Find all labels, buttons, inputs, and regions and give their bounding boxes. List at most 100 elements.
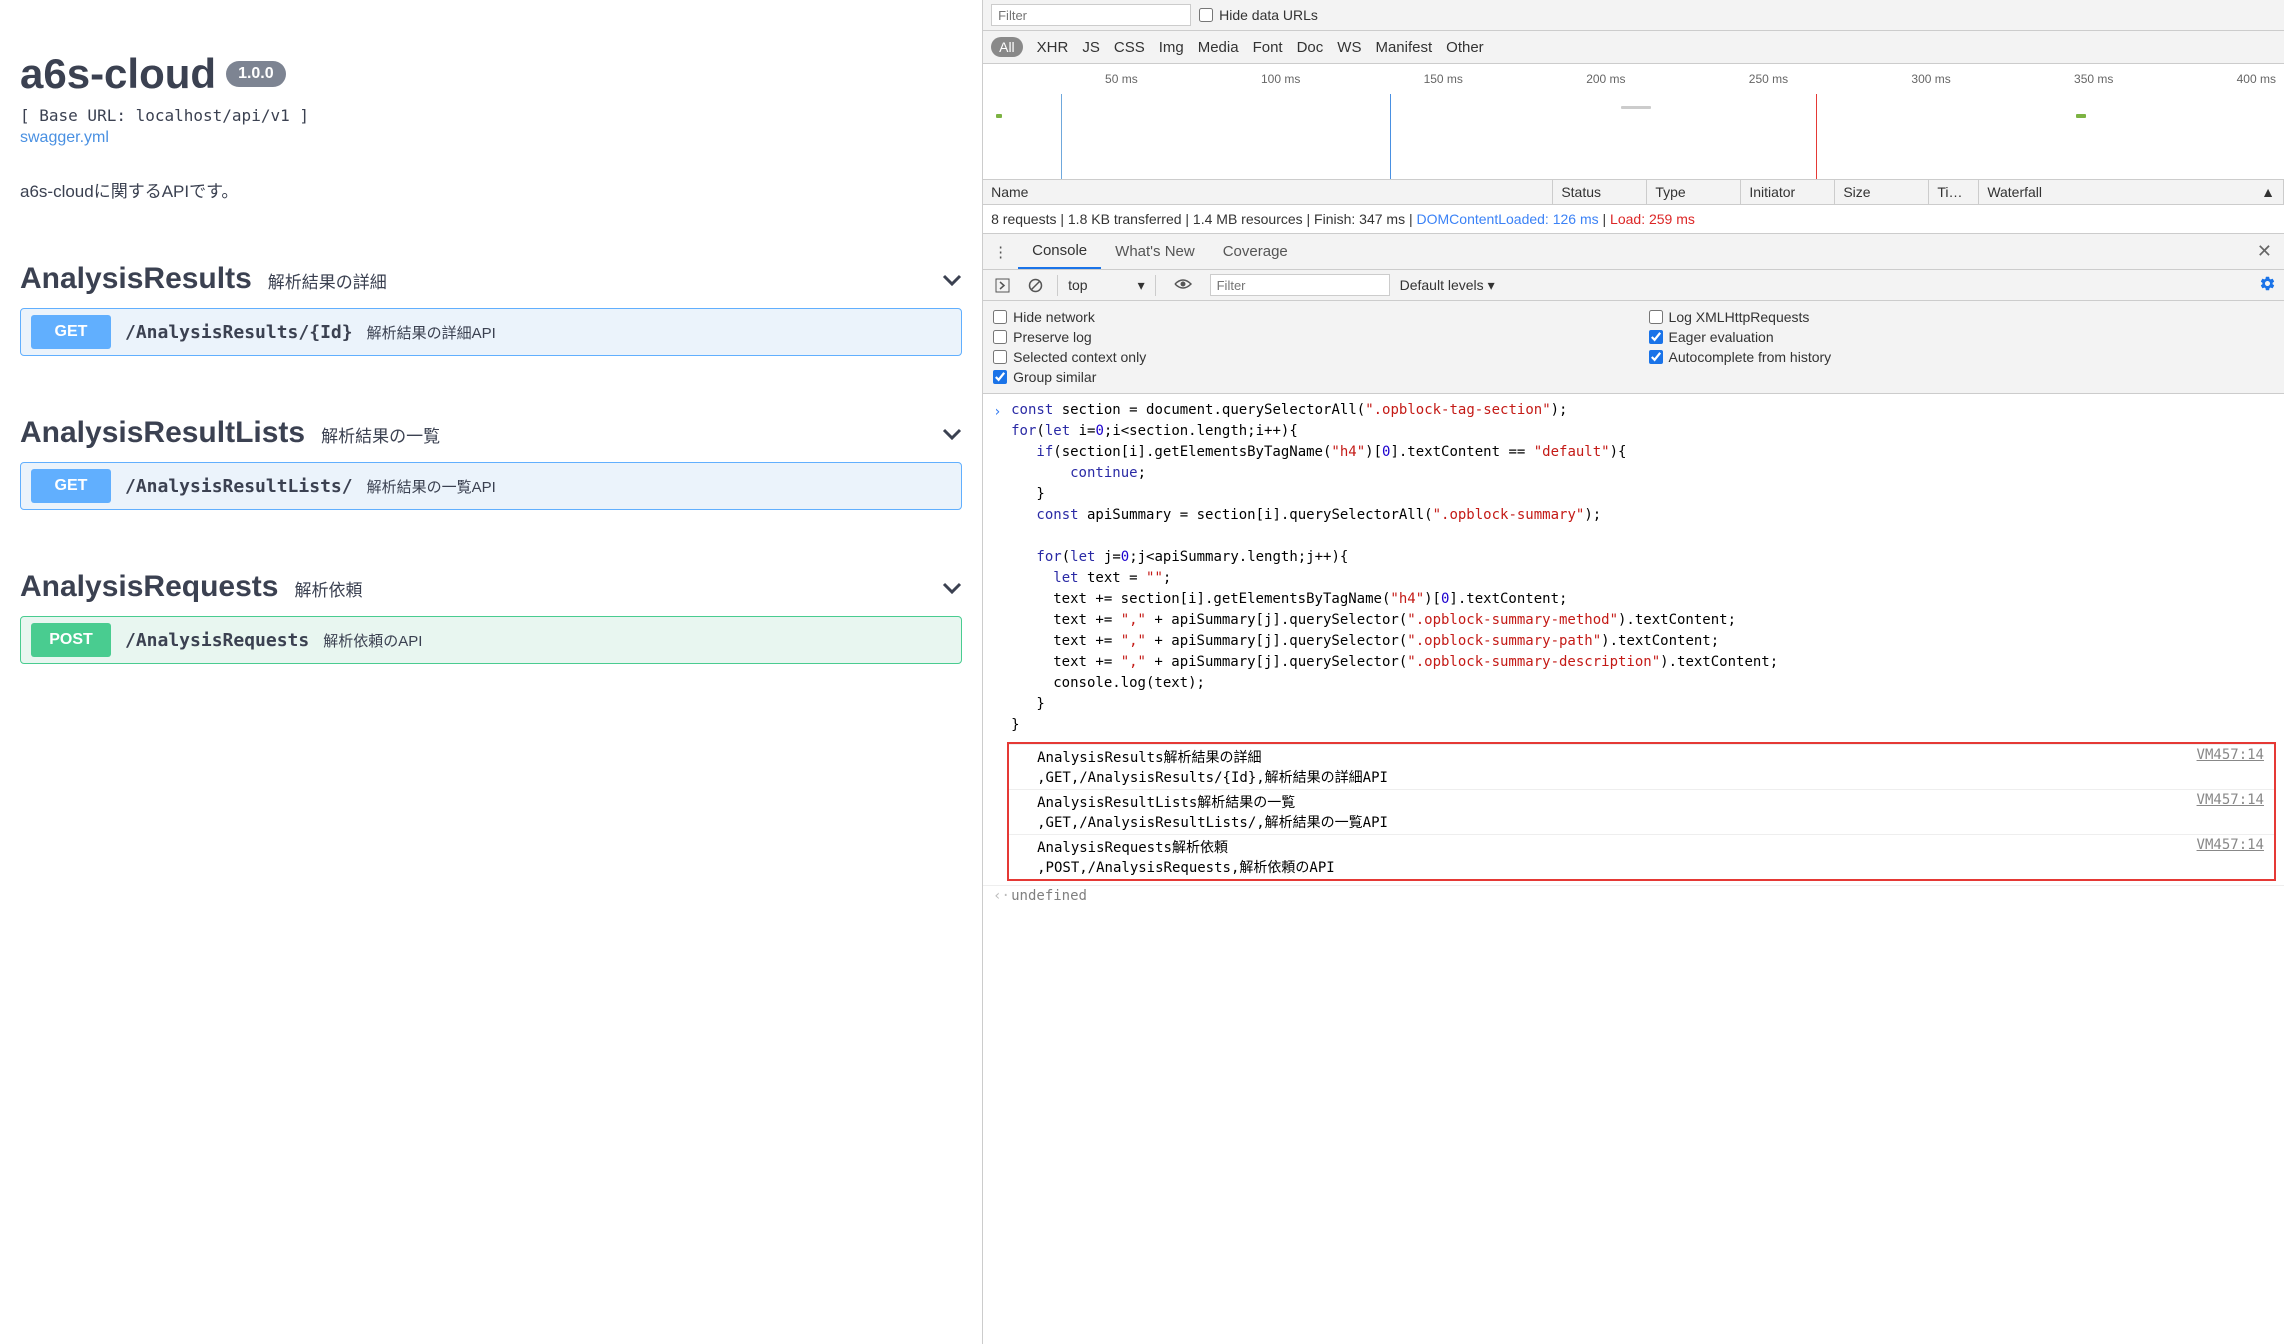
op-desc: 解析依頼のAPI [323,630,422,651]
chevron-down-icon [942,581,962,593]
console-log-row: AnalysisResults解析結果の詳細 ,GET,/AnalysisRes… [1009,744,2274,789]
chevron-down-icon [942,273,962,285]
api-description: a6s-cloudに関するAPIです。 [20,177,962,202]
console-toolbar: top ▾ Default levels ▾ [983,270,2284,301]
type-media[interactable]: Media [1198,39,1239,56]
http-method-badge: GET [31,315,111,349]
type-img[interactable]: Img [1159,39,1184,56]
setting-group-similar[interactable]: Group similar [993,369,1618,385]
setting-hide-network[interactable]: Hide network [993,309,1618,325]
log-text: AnalysisResults解析結果の詳細 ,GET,/AnalysisRes… [1037,747,1388,787]
col-size[interactable]: Size [1835,180,1929,204]
col-type[interactable]: Type [1647,180,1741,204]
devtools-panel: Hide data URLs All XHR JS CSS Img Media … [982,0,2284,1344]
log-levels-selector[interactable]: Default levels ▾ [1400,277,1495,294]
type-other[interactable]: Other [1446,39,1484,56]
timeline-domcontent-marker [1390,94,1391,179]
timeline-segment [1621,106,1651,109]
console-settings-panel: Hide network Log XMLHttpRequests Preserv… [983,301,2284,394]
base-url: [ Base URL: localhost/api/v1 ] [20,106,962,125]
timeline-tick: 400 ms [2121,72,2284,86]
setting-eager-eval[interactable]: Eager evaluation [1649,329,2274,345]
type-css[interactable]: CSS [1114,39,1145,56]
context-selector[interactable]: top ▾ [1057,275,1156,296]
drawer-tabs: ⋮ Console What's New Coverage ✕ [983,234,2284,270]
timeline-tick: 250 ms [1634,72,1797,86]
tab-console[interactable]: Console [1018,234,1101,269]
type-doc[interactable]: Doc [1297,39,1324,56]
tag-desc: 解析依頼 [294,576,362,601]
op-path: /AnalysisResultLists/ [125,476,353,497]
console-settings-icon[interactable] [2259,275,2276,295]
clear-console-icon[interactable] [1024,276,1047,295]
network-filter-bar: Hide data URLs [983,0,2284,31]
tag-name: AnalysisResults [20,262,252,296]
hide-data-urls-label: Hide data URLs [1219,7,1318,23]
swagger-def-link[interactable]: swagger.yml [20,129,962,147]
network-timeline[interactable]: 50 ms100 ms150 ms200 ms250 ms300 ms350 m… [983,64,2284,180]
tag-desc: 解析結果の詳細 [268,268,387,293]
live-expression-icon[interactable] [1166,277,1200,293]
domcontentloaded-time: DOMContentLoaded: 126 ms [1417,211,1599,227]
hide-data-urls-input[interactable] [1199,8,1213,22]
setting-preserve-log[interactable]: Preserve log [993,329,1618,345]
type-all[interactable]: All [991,37,1023,57]
tag-desc: 解析結果の一覧 [321,422,440,447]
type-manifest[interactable]: Manifest [1375,39,1432,56]
col-name[interactable]: Name [983,180,1553,204]
opblock[interactable]: GET /AnalysisResultLists/ 解析結果の一覧API [20,462,962,510]
timeline-marker [1061,94,1062,179]
log-text: AnalysisResultLists解析結果の一覧 ,GET,/Analysi… [1037,792,1388,832]
console-input-code: ›const section = document.querySelectorA… [983,398,2284,738]
api-title-text: a6s-cloud [20,50,216,98]
op-path: /AnalysisResults/{Id} [125,322,353,343]
tag-header[interactable]: AnalysisRequests 解析依頼 [20,570,962,604]
network-filter-input[interactable] [991,4,1191,26]
type-font[interactable]: Font [1253,39,1283,56]
tag-section: AnalysisResultLists 解析結果の一覧 GET /Analysi… [20,416,962,510]
col-status[interactable]: Status [1553,180,1647,204]
timeline-tick: 300 ms [1796,72,1959,86]
api-title: a6s-cloud 1.0.0 [20,50,962,98]
op-path: /AnalysisRequests [125,630,309,651]
drawer-close-icon[interactable]: ✕ [2245,235,2284,268]
console-body[interactable]: ›const section = document.querySelectorA… [983,394,2284,1344]
tab-coverage[interactable]: Coverage [1209,235,1302,268]
opblock[interactable]: GET /AnalysisResults/{Id} 解析結果の詳細API [20,308,962,356]
tag-name: AnalysisRequests [20,570,278,604]
drawer-menu-icon[interactable]: ⋮ [983,237,1018,267]
chevron-down-icon [942,427,962,439]
tag-header[interactable]: AnalysisResultLists 解析結果の一覧 [20,416,962,450]
console-sidebar-toggle-icon[interactable] [991,276,1014,295]
log-source-link[interactable]: VM457:14 [2197,747,2264,787]
console-return-value: ‹·undefined [983,885,2284,906]
network-type-filters: All XHR JS CSS Img Media Font Doc WS Man… [983,31,2284,64]
setting-selected-context[interactable]: Selected context only [993,349,1618,365]
log-text: AnalysisRequests解析依頼 ,POST,/AnalysisRequ… [1037,837,1335,877]
tag-header[interactable]: AnalysisResults 解析結果の詳細 [20,262,962,296]
hide-data-urls-checkbox[interactable]: Hide data URLs [1199,7,1318,23]
type-xhr[interactable]: XHR [1037,39,1069,56]
type-ws[interactable]: WS [1337,39,1361,56]
log-source-link[interactable]: VM457:14 [2197,792,2264,832]
timeline-segment [996,114,1002,118]
timeline-tick: 150 ms [1308,72,1471,86]
setting-autocomplete[interactable]: Autocomplete from history [1649,349,2274,365]
tag-section: AnalysisResults 解析結果の詳細 GET /AnalysisRes… [20,262,962,356]
col-time[interactable]: Ti… [1929,180,1979,204]
swagger-panel: a6s-cloud 1.0.0 [ Base URL: localhost/ap… [0,0,982,1344]
timeline-load-marker [1816,94,1817,179]
console-filter-input[interactable] [1210,274,1390,296]
op-desc: 解析結果の一覧API [367,476,496,497]
setting-log-xhr[interactable]: Log XMLHttpRequests [1649,309,2274,325]
highlighted-output: AnalysisResults解析結果の詳細 ,GET,/AnalysisRes… [1007,742,2276,881]
opblock[interactable]: POST /AnalysisRequests 解析依頼のAPI [20,616,962,664]
col-initiator[interactable]: Initiator [1741,180,1835,204]
type-js[interactable]: JS [1082,39,1100,56]
log-source-link[interactable]: VM457:14 [2197,837,2264,877]
console-log-row: AnalysisRequests解析依頼 ,POST,/AnalysisRequ… [1009,834,2274,879]
tag-section: AnalysisRequests 解析依頼 POST /AnalysisRequ… [20,570,962,664]
col-waterfall[interactable]: Waterfall ▲ [1979,180,2284,204]
tab-whatsnew[interactable]: What's New [1101,235,1209,268]
timeline-tick: 50 ms [983,72,1146,86]
